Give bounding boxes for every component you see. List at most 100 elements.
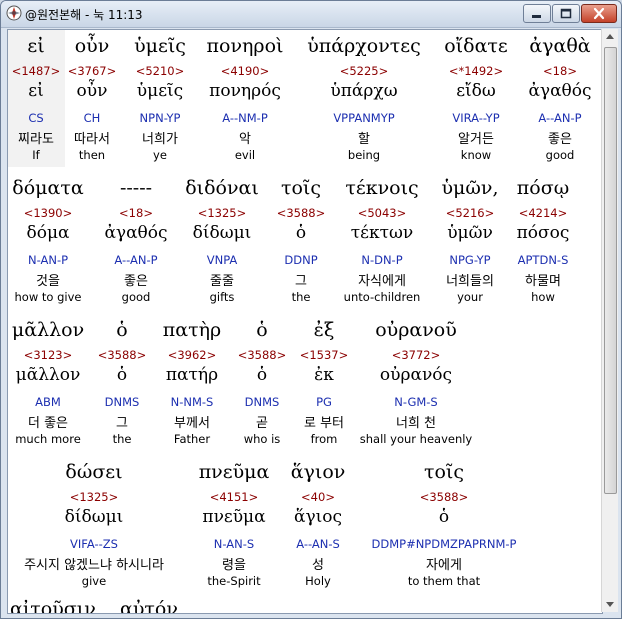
english-gloss: to them that	[407, 574, 481, 588]
parsing-code[interactable]: N-GM-S	[394, 395, 437, 409]
strong-number[interactable]: <1487>	[12, 64, 61, 78]
lemma: πόσος	[516, 223, 570, 243]
strong-number[interactable]: <1325>	[70, 490, 119, 504]
parsing-code[interactable]: APTDN-S	[518, 253, 569, 267]
greek-word[interactable]: πατὴρ	[163, 319, 221, 341]
title-bar[interactable]: @원전본해 - 눅 11:13	[1, 1, 621, 28]
strong-number[interactable]: <1537>	[300, 348, 349, 362]
scroll-up-arrow-icon[interactable]	[602, 29, 618, 45]
parsing-code[interactable]: VIFA--ZS	[70, 537, 118, 551]
close-icon	[593, 7, 605, 20]
greek-word[interactable]: πονηροὶ	[207, 35, 284, 57]
compass-app-icon	[6, 5, 22, 21]
strong-number[interactable]: <5216>	[446, 206, 495, 220]
strong-number[interactable]: <1325>	[198, 206, 247, 220]
parsing-code[interactable]: DDMP#NPDMZPAPRNM-P	[372, 537, 517, 551]
greek-word[interactable]: οἴδατε	[444, 35, 508, 57]
greek-word[interactable]: ἅγιον	[291, 461, 346, 483]
vertical-scrollbar[interactable]	[601, 29, 618, 612]
strong-number[interactable]: <18>	[119, 206, 153, 220]
parsing-code[interactable]: VNPA	[207, 253, 238, 267]
parsing-code[interactable]: A--NM-P	[222, 111, 268, 125]
greek-word[interactable]: τέκνοις	[345, 177, 418, 199]
korean-gloss: 것을	[36, 274, 60, 289]
greek-word[interactable]: ὑπάρχοντες	[307, 35, 421, 57]
strong-number[interactable]: <18>	[543, 64, 577, 78]
greek-word[interactable]: ἀγαθὰ	[529, 35, 590, 57]
strong-number[interactable]: <3588>	[98, 348, 147, 362]
strong-number[interactable]: <3123>	[24, 348, 73, 362]
strong-number[interactable]: <4151>	[210, 490, 259, 504]
greek-word[interactable]: τοῖς	[424, 461, 464, 483]
greek-word[interactable]: δώσει	[65, 461, 122, 483]
greek-word[interactable]: ἐξ	[314, 319, 335, 341]
strong-number[interactable]: <4214>	[519, 206, 568, 220]
greek-word[interactable]: πόσῳ	[517, 177, 569, 199]
parsing-code[interactable]: N-DN-P	[361, 253, 402, 267]
strong-number[interactable]: <*1492>	[449, 64, 503, 78]
strong-number[interactable]: <3588>	[277, 206, 326, 220]
parsing-code[interactable]: A--AN-S	[296, 537, 340, 551]
korean-gloss: 너희들의	[446, 274, 494, 289]
greek-word[interactable]: διδόναι	[185, 177, 259, 199]
greek-word[interactable]: οὐρανοῦ	[375, 319, 457, 341]
partial-greek-word[interactable]: αὐτόν	[120, 598, 178, 613]
parsing-code[interactable]: DNMS	[105, 395, 140, 409]
close-button[interactable]	[581, 4, 617, 23]
minimize-button[interactable]	[523, 4, 551, 23]
greek-word[interactable]: πνεῦμα	[199, 461, 270, 483]
parsing-code[interactable]: PG	[316, 395, 332, 409]
strong-number[interactable]: <3962>	[168, 348, 217, 362]
english-gloss: the	[291, 290, 311, 304]
english-gloss: evil	[234, 148, 256, 162]
maximize-button[interactable]	[552, 4, 580, 23]
greek-word[interactable]: ὁ	[256, 319, 267, 341]
greek-word[interactable]: ὑμεῖς	[134, 35, 186, 57]
english-gloss: unto-children	[343, 290, 421, 304]
parsing-code[interactable]: N-NM-S	[171, 395, 214, 409]
korean-gloss: 따라서	[74, 132, 110, 147]
strong-number[interactable]: <3767>	[68, 64, 117, 78]
english-gloss: ye	[153, 148, 167, 162]
interlinear-view[interactable]: εἰ <1487> εἰ CS 찌라도 If οὖν <3767> οὖν CH…	[7, 29, 603, 614]
strong-number[interactable]: <3588>	[238, 348, 287, 362]
strong-number[interactable]: <3588>	[420, 490, 469, 504]
strong-number[interactable]: <5225>	[340, 64, 389, 78]
parsing-code[interactable]: DNMS	[245, 395, 280, 409]
english-gloss: much more	[15, 432, 81, 446]
parsing-code[interactable]: N-AN-P	[28, 253, 68, 267]
greek-word[interactable]: δόματα	[12, 177, 83, 199]
greek-word[interactable]: -----	[120, 177, 152, 199]
parsing-code[interactable]: VIRA--YP	[452, 111, 499, 125]
strong-number[interactable]: <3772>	[392, 348, 441, 362]
parsing-code[interactable]: DDNP	[284, 253, 317, 267]
lemma: πονηρός	[209, 81, 281, 101]
greek-word[interactable]: οὖν	[75, 35, 110, 57]
parsing-code[interactable]: NPG-YP	[449, 253, 490, 267]
greek-word[interactable]: μᾶλλον	[12, 319, 84, 341]
parsing-code[interactable]: A--AN-P	[538, 111, 581, 125]
parsing-code[interactable]: N-AN-S	[214, 537, 254, 551]
parsing-code[interactable]: VPPANMYP	[333, 111, 394, 125]
greek-word[interactable]: εἰ	[27, 35, 44, 57]
english-gloss: Father	[173, 432, 211, 446]
scroll-down-arrow-icon[interactable]	[602, 596, 618, 612]
strong-number[interactable]: <1390>	[24, 206, 73, 220]
strong-number[interactable]: <4190>	[221, 64, 270, 78]
parsing-code[interactable]: A--AN-P	[114, 253, 157, 267]
scrollbar-thumb[interactable]	[604, 47, 617, 494]
greek-word[interactable]: ὑμῶν,	[442, 177, 499, 199]
strong-number[interactable]: <5210>	[136, 64, 185, 78]
greek-word[interactable]: ὁ	[116, 319, 127, 341]
greek-word[interactable]: τοῖς	[281, 177, 321, 199]
parsing-code[interactable]: ABM	[35, 395, 61, 409]
parsing-code[interactable]: CS	[28, 111, 43, 125]
lemma: ἀγαθός	[528, 81, 592, 101]
parsing-code[interactable]: NPN-YP	[140, 111, 181, 125]
parsing-code[interactable]: CH	[84, 111, 101, 125]
strong-number[interactable]: <5043>	[358, 206, 407, 220]
strong-number[interactable]: <40>	[301, 490, 335, 504]
verse-row-2: δόματα <1390> δόμα N-AN-P 것을 how to give…	[8, 172, 602, 312]
english-gloss: gifts	[209, 290, 235, 304]
partial-greek-word[interactable]: αἰτοῦσιν	[10, 598, 96, 613]
